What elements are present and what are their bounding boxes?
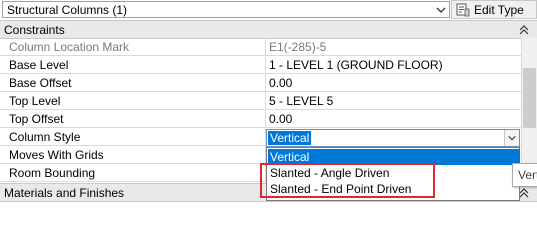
chevron-down-icon xyxy=(436,7,446,13)
column-style-dropdown-list[interactable]: Vertical Slanted - Angle Driven Slanted … xyxy=(266,147,520,201)
dropdown-option-slanted-angle[interactable]: Slanted - Angle Driven xyxy=(268,165,520,181)
property-row-top-level[interactable]: Top Level 5 - LEVEL 5 xyxy=(0,92,521,110)
property-name: Column Style xyxy=(9,130,81,144)
property-row-column-location-mark[interactable]: Column Location Mark E1(-285)-5 xyxy=(0,38,521,56)
column-style-dropdown-button[interactable] xyxy=(504,130,519,146)
chevron-up-icon[interactable] xyxy=(519,188,529,198)
property-name: Moves With Grids xyxy=(9,148,104,162)
property-value[interactable]: 1 - LEVEL 1 (GROUND FLOOR) xyxy=(269,58,443,72)
property-row-top-offset[interactable]: Top Offset 0.00 xyxy=(0,110,521,128)
property-name: Room Bounding xyxy=(9,166,96,180)
property-value[interactable]: 0.00 xyxy=(269,76,292,90)
property-row-base-level[interactable]: Base Level 1 - LEVEL 1 (GROUND FLOOR) xyxy=(0,56,521,74)
tooltip: Vert xyxy=(512,163,537,187)
scrollbar[interactable] xyxy=(521,38,537,183)
type-selector-text: Structural Columns (1) xyxy=(7,3,128,17)
constraints-category-label: Constraints xyxy=(4,23,65,37)
materials-category-label: Materials and Finishes xyxy=(4,186,125,200)
property-row-base-offset[interactable]: Base Offset 0.00 xyxy=(0,74,521,92)
property-value[interactable]: 5 - LEVEL 5 xyxy=(269,94,333,108)
property-name: Column Location Mark xyxy=(9,40,130,54)
property-value: E1(-285)-5 xyxy=(269,40,327,54)
scrollbar-thumb[interactable] xyxy=(523,68,536,128)
edit-type-label: Edit Type xyxy=(474,3,524,17)
type-selector[interactable]: Structural Columns (1) xyxy=(2,1,450,18)
dropdown-option-vertical[interactable]: Vertical xyxy=(268,149,520,165)
property-name: Top Level xyxy=(9,94,61,108)
property-name: Base Level xyxy=(9,58,69,72)
edit-type-icon xyxy=(456,3,470,17)
edit-type-button[interactable]: Edit Type xyxy=(451,0,537,19)
tooltip-text: Vert xyxy=(518,168,537,182)
chevron-down-icon xyxy=(508,136,516,141)
constraints-category[interactable]: Constraints xyxy=(0,20,537,39)
property-name: Top Offset xyxy=(9,112,64,126)
column-style-combo[interactable]: Vertical xyxy=(266,129,520,147)
column-style-value: Vertical xyxy=(268,131,312,145)
dropdown-option-slanted-end-point[interactable]: Slanted - End Point Driven xyxy=(268,181,520,197)
property-value[interactable]: 0.00 xyxy=(269,112,292,126)
property-name: Base Offset xyxy=(9,76,72,90)
chevron-up-icon[interactable] xyxy=(519,25,529,35)
